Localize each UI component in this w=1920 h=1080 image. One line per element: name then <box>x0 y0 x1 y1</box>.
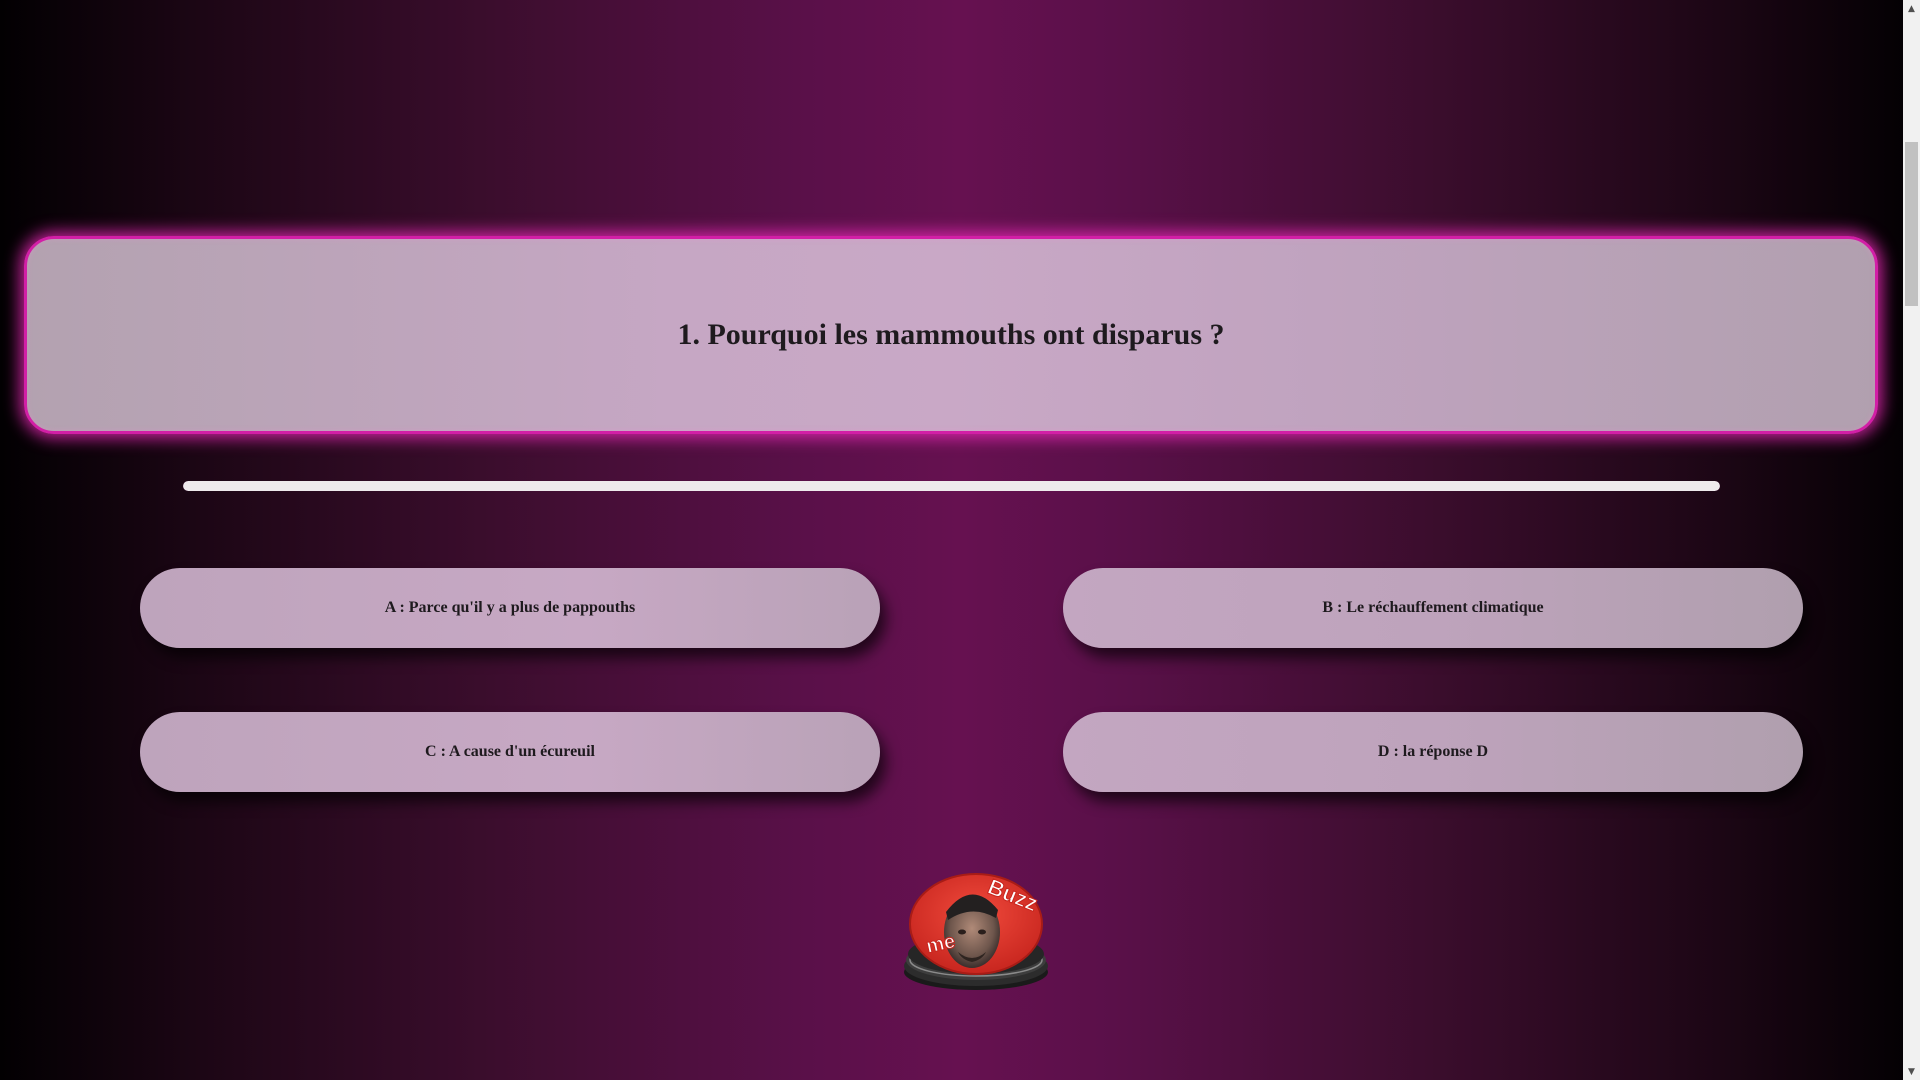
buzz-me-button[interactable]: Buzz me <box>900 860 1052 992</box>
answer-button-a[interactable]: A : Parce qu'il y a plus de pappouths <box>140 568 880 648</box>
scroll-down-arrow-icon[interactable]: ▼ <box>1903 1063 1920 1080</box>
vertical-scrollbar[interactable]: ▲ ▼ <box>1903 0 1920 1080</box>
answer-button-d[interactable]: D : la réponse D <box>1063 712 1803 792</box>
question-panel: 1. Pourquoi les mammouths ont disparus ? <box>24 236 1878 434</box>
scroll-up-arrow-icon[interactable]: ▲ <box>1903 0 1920 17</box>
timer-bar <box>183 481 1720 491</box>
answer-button-c[interactable]: C : A cause d'un écureuil <box>140 712 880 792</box>
scrollbar-thumb[interactable] <box>1905 142 1918 306</box>
timer-bar-fill <box>183 481 1720 491</box>
answer-button-b[interactable]: B : Le réchauffement climatique <box>1063 568 1803 648</box>
buzzer-icon: Buzz me <box>904 873 1048 990</box>
question-text: 1. Pourquoi les mammouths ont disparus ? <box>677 318 1225 351</box>
quiz-stage: 1. Pourquoi les mammouths ont disparus ?… <box>0 0 1903 1080</box>
